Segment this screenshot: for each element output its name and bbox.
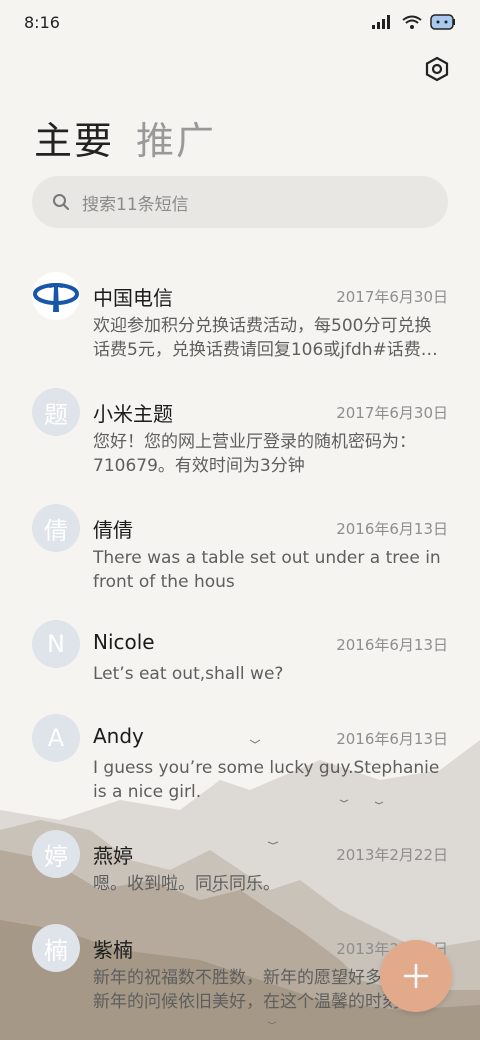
message-date: 2017年6月30日 [336,404,448,422]
preview-line: 710679。有效时间为3分钟 [93,456,305,476]
preview-line: is a nice girl. [93,782,202,802]
message-date: 2016年6月13日 [336,730,448,748]
message-preview: There was a table set out under a tree i… [93,546,449,594]
message-preview: Let’s eat out,shall we? [93,662,449,686]
contact-name: 中国电信 [93,286,173,310]
avatar: 楠 [32,924,80,972]
message-preview: 欢迎参加积分兑换话费活动，每500分可兑换 话费5元，兑换话费请回复106或jf… [93,314,449,362]
contact-name: 小米主题 [93,402,173,426]
preview-line: 您好！您的网上营业厅登录的随机密码为： [93,432,416,452]
message-date: 2016年6月13日 [336,636,448,654]
contact-name: Nicole [93,630,155,654]
avatar: 倩 [32,504,80,552]
preview-line: Let’s eat out,shall we? [93,664,284,684]
avatar: 婷 [32,830,80,878]
status-bar: 8:16 [0,0,480,44]
avatar: 题 [32,388,80,436]
tab-primary[interactable]: 主要 [34,110,114,165]
avatar: A [32,714,80,762]
message-date: 2017年6月30日 [336,288,448,306]
message-preview: 嗯。收到啦。同乐同乐。 [93,872,449,896]
message-date: 2013年2月22日 [336,846,448,864]
search-placeholder: 搜索11条短信 [82,194,189,215]
preview-line: 话费5元，兑换话费请回复106或jfdh#话费… [93,340,438,360]
search-bar[interactable]: 搜索11条短信 [32,176,448,228]
preview-line: 嗯。收到啦。同乐同乐。 [93,874,280,894]
avatar [32,272,80,320]
avatar: N [32,620,80,668]
message-preview: 您好！您的网上营业厅登录的随机密码为： 710679。有效时间为3分钟 [93,430,449,478]
china-telecom-logo-icon [32,272,80,320]
contact-name: 燕婷 [93,844,133,868]
wifi-icon [402,15,422,29]
contact-name: Andy [93,724,144,748]
tab-promotions[interactable]: 推广 [136,110,216,165]
message-date: 2016年6月13日 [336,520,448,538]
tab-bar: 主要 推广 [34,110,216,165]
battery-icon [430,14,455,30]
settings-button[interactable] [424,56,450,82]
signal-icon [372,15,390,29]
preview-line: There was a table set out under a tree i… [93,548,441,568]
preview-line: front of the hous [93,572,235,592]
status-icons [372,14,456,30]
search-icon [53,194,69,210]
contact-name: 倩倩 [93,518,133,542]
new-message-button[interactable] [380,940,452,1012]
preview-line: I guess you’re some lucky guy.Stephanie [93,758,440,778]
plus-icon [403,963,429,989]
message-preview: I guess you’re some lucky guy.Stephanie … [93,756,449,804]
messages-screen: 8:16 主要 推广 搜索11条短信 中国电信 2017年6月30日 欢迎参加积… [0,0,480,1040]
settings-hexagon-icon [425,56,449,82]
contact-name: 紫楠 [93,938,133,962]
preview-line: 欢迎参加积分兑换话费活动，每500分可兑换 [93,316,432,336]
status-time: 8:16 [24,12,60,32]
